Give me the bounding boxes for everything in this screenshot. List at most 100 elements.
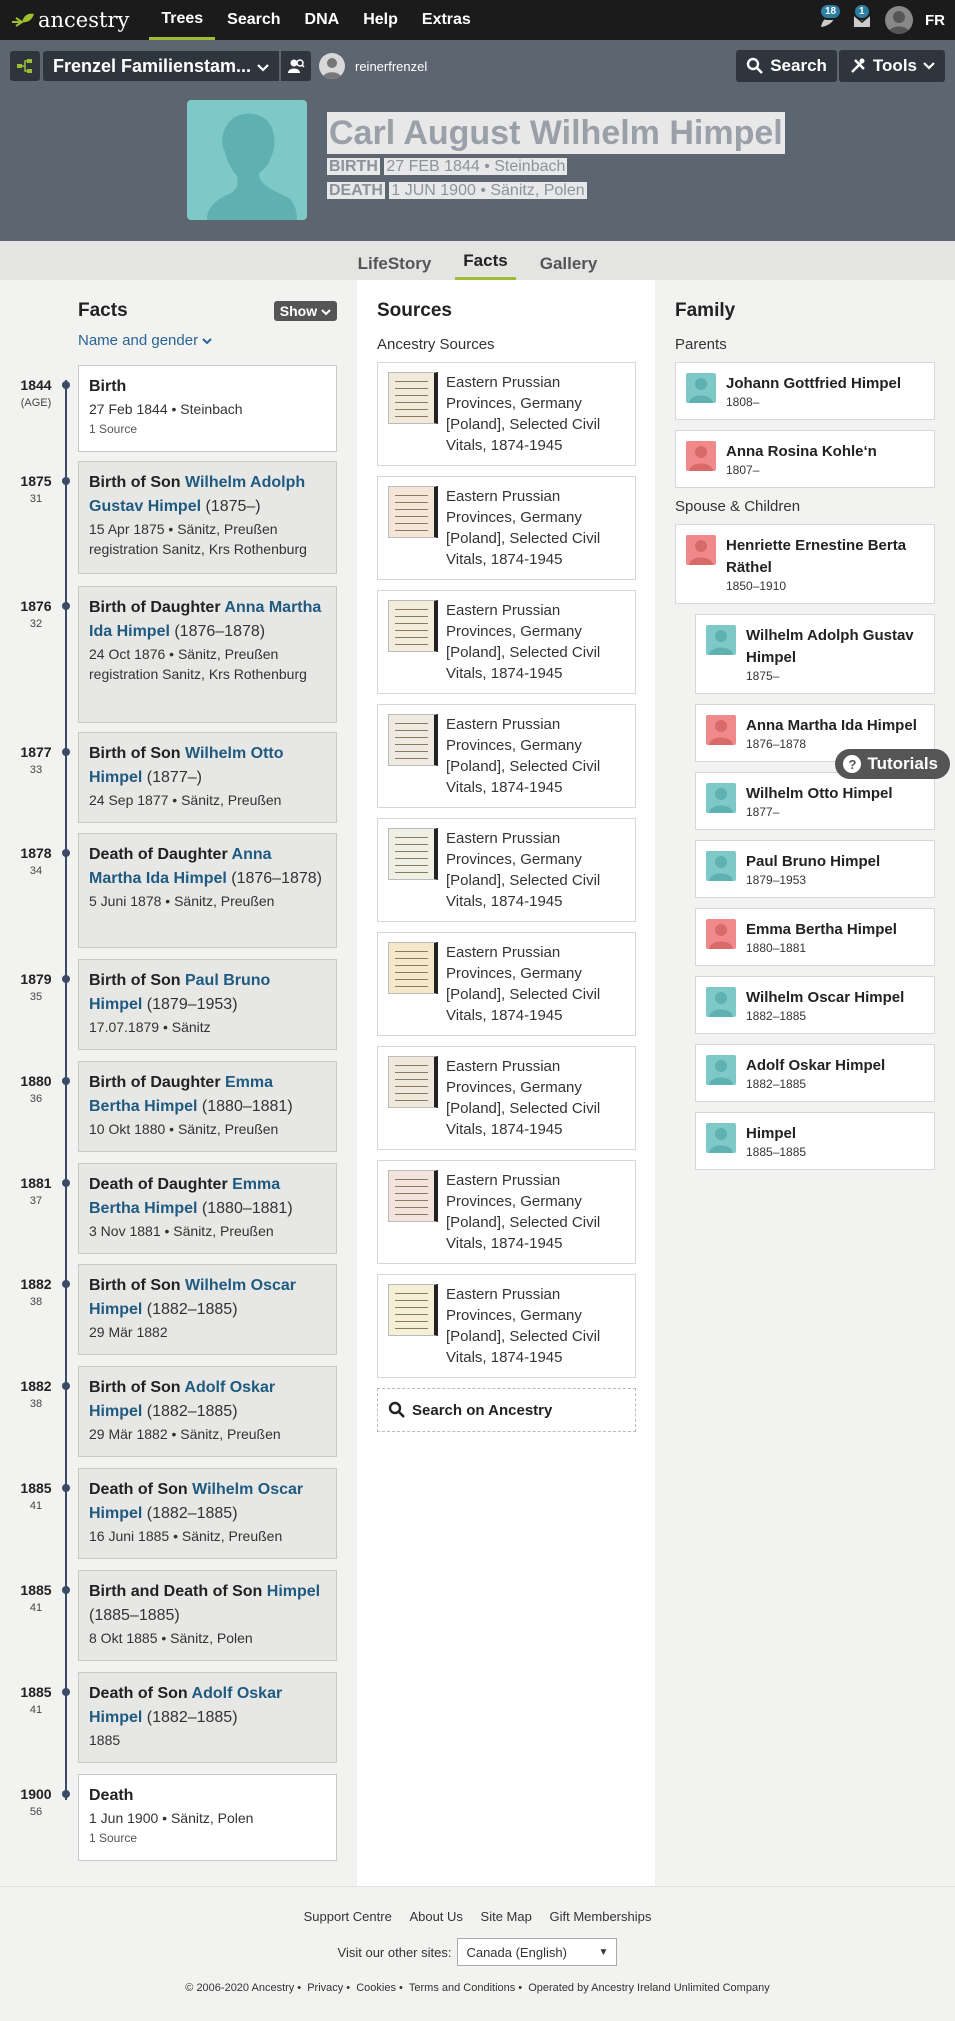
- messages-button[interactable]: 1: [851, 3, 873, 31]
- fact-card[interactable]: Death of Daughter Anna Martha Ida Himpel…: [78, 833, 337, 948]
- family-member-card[interactable]: Wilhelm Adolph Gustav Himpel 1875–: [695, 614, 935, 694]
- family-member-card[interactable]: Paul Bruno Himpel 1879–1953: [695, 840, 935, 898]
- male-avatar-icon: [706, 783, 736, 813]
- family-member-card[interactable]: Adolf Oskar Himpel 1882–1885: [695, 1044, 935, 1102]
- timeline-year: 1878: [20, 845, 52, 861]
- related-person-dates: (1882–1885): [142, 1403, 238, 1420]
- source-title: Eastern Prussian Provinces, Germany [Pol…: [446, 602, 601, 682]
- timeline-age: 56: [29, 1806, 43, 1818]
- brand-name: ancestry: [38, 8, 130, 32]
- footer-link-about[interactable]: About Us: [409, 1909, 462, 1924]
- search-on-ancestry-label: Search on Ancestry: [412, 1401, 553, 1419]
- fact-title: Death of Son Wilhelm Oscar Himpel (1882–…: [89, 1478, 326, 1526]
- related-person-link[interactable]: Himpel: [267, 1583, 320, 1600]
- family-member-card[interactable]: Johann Gottfried Himpel 1808–: [675, 362, 935, 420]
- tools-button[interactable]: Tools: [838, 50, 945, 82]
- fact-type: Death of Daughter: [89, 846, 232, 863]
- ancestry-logo[interactable]: ancestry: [10, 8, 129, 32]
- source-card[interactable]: Eastern Prussian Provinces, Germany [Pol…: [377, 932, 636, 1036]
- name-and-gender-toggle[interactable]: Name and gender: [78, 332, 337, 349]
- family-member-card[interactable]: Himpel 1885–1885: [695, 1112, 935, 1170]
- tab-facts[interactable]: Facts: [455, 251, 516, 280]
- fact-card[interactable]: Birth of Son Wilhelm Otto Himpel (1877–)…: [78, 732, 337, 823]
- fact-card[interactable]: Death 1 Jun 1900 • Sänitz, Polen 1 Source: [78, 1774, 337, 1861]
- family-member-card[interactable]: Wilhelm Oscar Himpel 1882–1885: [695, 976, 935, 1034]
- fact-type: Birth: [89, 378, 127, 395]
- related-person-dates: (1882–1885): [142, 1505, 238, 1522]
- fact-source-count[interactable]: 1 Source: [89, 1828, 326, 1848]
- tab-gallery[interactable]: Gallery: [532, 254, 606, 280]
- source-card[interactable]: Eastern Prussian Provinces, Germany [Pol…: [377, 818, 636, 922]
- family-member-dates: 1885–1885: [746, 1145, 807, 1159]
- site-select[interactable]: Canada (English) ▼: [457, 1938, 618, 1966]
- search-on-ancestry-button[interactable]: Search on Ancestry: [377, 1388, 636, 1432]
- footer-link-gift[interactable]: Gift Memberships: [549, 1909, 651, 1924]
- timeline-age: 33: [29, 764, 43, 776]
- footer-link-support[interactable]: Support Centre: [304, 1909, 392, 1924]
- timeline-dot: [62, 975, 70, 983]
- source-card[interactable]: Eastern Prussian Provinces, Germany [Pol…: [377, 590, 636, 694]
- fact-title: Death of Daughter Emma Bertha Himpel (18…: [89, 1173, 326, 1221]
- fact-source-count[interactable]: 1 Source: [89, 419, 326, 439]
- fact-card[interactable]: Death of Son Adolf Oskar Himpel (1882–18…: [78, 1672, 337, 1763]
- nav-help[interactable]: Help: [351, 0, 410, 40]
- footer-link-sitemap[interactable]: Site Map: [481, 1909, 532, 1924]
- fact-card[interactable]: Birth of Son Paul Bruno Himpel (1879–195…: [78, 959, 337, 1050]
- family-member-dates: 1875–: [746, 669, 780, 683]
- copyright-text: © 2006-2020 Ancestry: [185, 1982, 295, 1994]
- family-member-card[interactable]: Emma Bertha Himpel 1880–1881: [695, 908, 935, 966]
- source-card[interactable]: Eastern Prussian Provinces, Germany [Pol…: [377, 704, 636, 808]
- nav-dna[interactable]: DNA: [293, 0, 352, 40]
- female-avatar-icon: [706, 919, 736, 949]
- fact-type: Birth of Daughter: [89, 599, 225, 616]
- source-card[interactable]: Eastern Prussian Provinces, Germany [Pol…: [377, 1274, 636, 1378]
- nav-extras[interactable]: Extras: [410, 0, 483, 40]
- search-button[interactable]: Search: [736, 50, 837, 82]
- footer-link-privacy[interactable]: Privacy: [307, 1982, 343, 1994]
- timeline-age: 31: [29, 493, 43, 505]
- chevron-down-icon: [923, 62, 935, 70]
- account-initials[interactable]: FR: [925, 12, 945, 29]
- nav-trees[interactable]: Trees: [149, 0, 216, 40]
- footer-link-terms[interactable]: Terms and Conditions: [409, 1982, 515, 1994]
- fact-card[interactable]: Birth of Son Wilhelm Adolph Gustav Himpe…: [78, 461, 337, 574]
- footer-link-cookies[interactable]: Cookies: [356, 1982, 396, 1994]
- record-thumbnail: [388, 486, 438, 538]
- tree-owner[interactable]: reinerfrenzel: [319, 53, 427, 79]
- fact-card[interactable]: Birth of Daughter Anna Martha Ida Himpel…: [78, 586, 337, 723]
- source-card[interactable]: Eastern Prussian Provinces, Germany [Pol…: [377, 1046, 636, 1150]
- account-avatar[interactable]: [885, 6, 913, 34]
- tutorials-button[interactable]: ? Tutorials: [835, 749, 950, 779]
- tree-selector[interactable]: Frenzel Familienstam...: [43, 51, 279, 81]
- source-card[interactable]: Eastern Prussian Provinces, Germany [Pol…: [377, 1160, 636, 1264]
- source-card[interactable]: Eastern Prussian Provinces, Germany [Pol…: [377, 362, 636, 466]
- fact-title: Birth of Daughter Anna Martha Ida Himpel…: [89, 596, 326, 644]
- family-member-card[interactable]: Anna Rosina Kohle‘n 1807–: [675, 430, 935, 488]
- fact-title: Birth: [89, 375, 326, 399]
- show-button[interactable]: Show: [273, 301, 337, 321]
- fact-card[interactable]: Death of Daughter Emma Bertha Himpel (18…: [78, 1163, 337, 1254]
- tab-lifestory[interactable]: LifeStory: [350, 254, 440, 280]
- fact-date-place: 17.07.1879 • Sänitz: [89, 1019, 211, 1035]
- timeline-dot: [62, 748, 70, 756]
- fact-card[interactable]: Birth of Daughter Emma Bertha Himpel (18…: [78, 1061, 337, 1152]
- timeline-age: 38: [29, 1398, 43, 1410]
- family-member-card[interactable]: Henriette Ernestine Berta Räthel 1850–191…: [675, 524, 935, 604]
- timeline-year: 1885: [20, 1582, 52, 1598]
- fact-date-place: 24 Oct 1876 • Sänitz, Preußen registrati…: [89, 646, 307, 682]
- tree-view-button[interactable]: [10, 51, 40, 81]
- related-person-dates: (1885–1885): [89, 1607, 180, 1624]
- fact-card[interactable]: Birth and Death of Son Himpel (1885–1885…: [78, 1570, 337, 1661]
- fact-card[interactable]: Death of Son Wilhelm Oscar Himpel (1882–…: [78, 1468, 337, 1559]
- family-member-card[interactable]: Wilhelm Otto Himpel 1877–: [695, 772, 935, 830]
- male-avatar-icon: [706, 625, 736, 655]
- find-person-button[interactable]: [281, 51, 311, 81]
- fact-card[interactable]: Birth of Son Wilhelm Oscar Himpel (1882–…: [78, 1264, 337, 1355]
- hints-button[interactable]: 18: [817, 3, 843, 31]
- fact-date-place: 1 Jun 1900 • Sänitz, Polen: [89, 1810, 254, 1826]
- fact-card[interactable]: Birth of Son Adolf Oskar Himpel (1882–18…: [78, 1366, 337, 1457]
- nav-search[interactable]: Search: [215, 0, 292, 40]
- source-card[interactable]: Eastern Prussian Provinces, Germany [Pol…: [377, 476, 636, 580]
- fact-card[interactable]: Birth 27 Feb 1844 • Steinbach 1 Source: [78, 365, 337, 452]
- profile-photo[interactable]: [187, 100, 307, 220]
